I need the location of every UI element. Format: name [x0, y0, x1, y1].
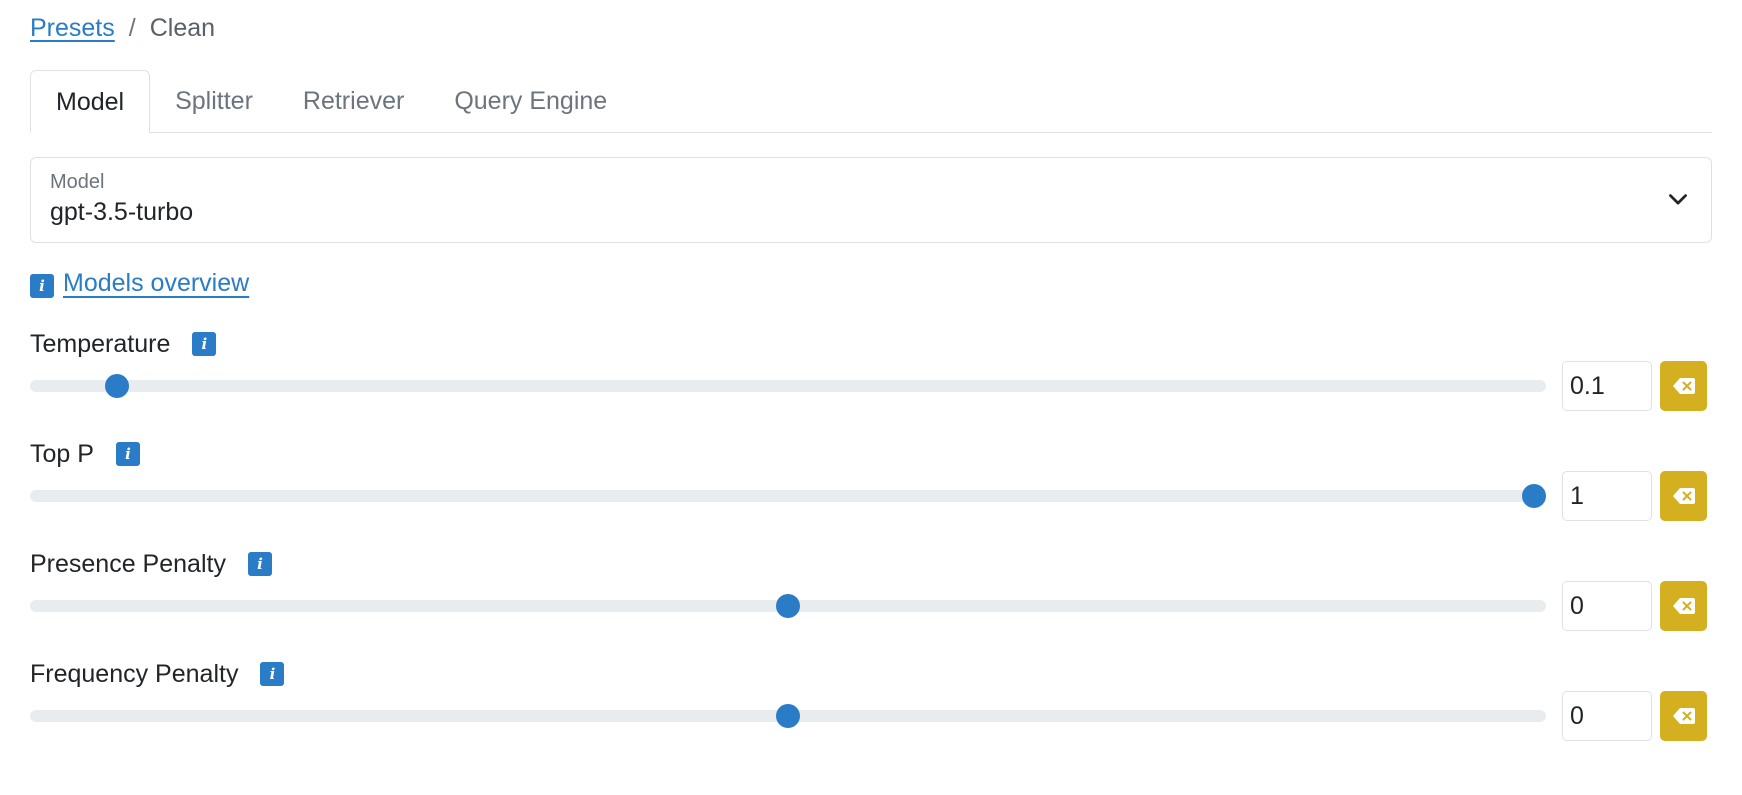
- temperature-slider[interactable]: [30, 374, 1546, 398]
- presence-penalty-slider[interactable]: [30, 594, 1546, 618]
- top-p-control: Top P i: [30, 438, 1712, 538]
- model-select[interactable]: Model gpt-3.5-turbo: [30, 157, 1712, 243]
- presence-penalty-slider-thumb[interactable]: [776, 594, 800, 618]
- frequency-penalty-slider-thumb[interactable]: [776, 704, 800, 728]
- temperature-clear-button[interactable]: [1660, 361, 1707, 411]
- backspace-clear-icon: [1672, 378, 1695, 394]
- temperature-label: Temperature: [30, 329, 171, 358]
- temperature-slider-thumb[interactable]: [104, 374, 129, 398]
- backspace-clear-icon: [1672, 488, 1695, 504]
- frequency-penalty-slider[interactable]: [30, 704, 1546, 728]
- tab-query-engine[interactable]: Query Engine: [429, 70, 632, 132]
- info-icon: i: [30, 274, 54, 298]
- model-select-label: Model: [50, 171, 105, 193]
- temperature-input[interactable]: [1562, 361, 1652, 411]
- temperature-control: Temperature i: [30, 328, 1712, 428]
- breadcrumb: Presets / Clean: [30, 12, 215, 44]
- frequency-penalty-label: Frequency Penalty: [30, 659, 239, 688]
- tab-retriever[interactable]: Retriever: [278, 70, 429, 132]
- info-icon[interactable]: i: [247, 552, 272, 576]
- models-overview-link[interactable]: Models overview: [63, 269, 249, 298]
- info-icon[interactable]: i: [192, 332, 217, 356]
- top-p-slider[interactable]: [30, 484, 1546, 508]
- info-icon[interactable]: i: [115, 442, 140, 466]
- presence-penalty-label: Presence Penalty: [30, 549, 226, 578]
- top-p-label: Top P: [30, 439, 94, 468]
- top-p-slider-thumb[interactable]: [1522, 484, 1546, 508]
- backspace-clear-icon: [1672, 598, 1695, 614]
- breadcrumb-current: Clean: [149, 14, 216, 42]
- tab-model[interactable]: Model: [30, 70, 151, 133]
- top-p-clear-button[interactable]: [1660, 471, 1707, 521]
- chevron-down-icon: [1669, 194, 1687, 205]
- presence-penalty-input[interactable]: [1562, 581, 1652, 631]
- presence-penalty-label-row: Presence Penalty i: [30, 548, 272, 580]
- frequency-penalty-input[interactable]: [1562, 691, 1652, 741]
- temperature-label-row: Temperature i: [30, 328, 217, 360]
- top-p-label-row: Top P i: [30, 438, 140, 470]
- top-p-input[interactable]: [1562, 471, 1652, 521]
- breadcrumb-separator: /: [128, 14, 136, 42]
- tab-bar: Model Splitter Retriever Query Engine: [30, 70, 1712, 133]
- presence-penalty-control: Presence Penalty i: [30, 548, 1712, 648]
- frequency-penalty-label-row: Frequency Penalty i: [30, 658, 285, 690]
- models-overview: i Models overview: [30, 268, 249, 298]
- tab-splitter[interactable]: Splitter: [150, 70, 278, 132]
- presence-penalty-clear-button[interactable]: [1660, 581, 1707, 631]
- breadcrumb-link-presets[interactable]: Presets: [30, 12, 115, 44]
- frequency-penalty-control: Frequency Penalty i: [30, 658, 1712, 758]
- model-select-value: gpt-3.5-turbo: [50, 198, 194, 226]
- backspace-clear-icon: [1672, 708, 1695, 724]
- frequency-penalty-clear-button[interactable]: [1660, 691, 1707, 741]
- info-icon[interactable]: i: [260, 662, 285, 686]
